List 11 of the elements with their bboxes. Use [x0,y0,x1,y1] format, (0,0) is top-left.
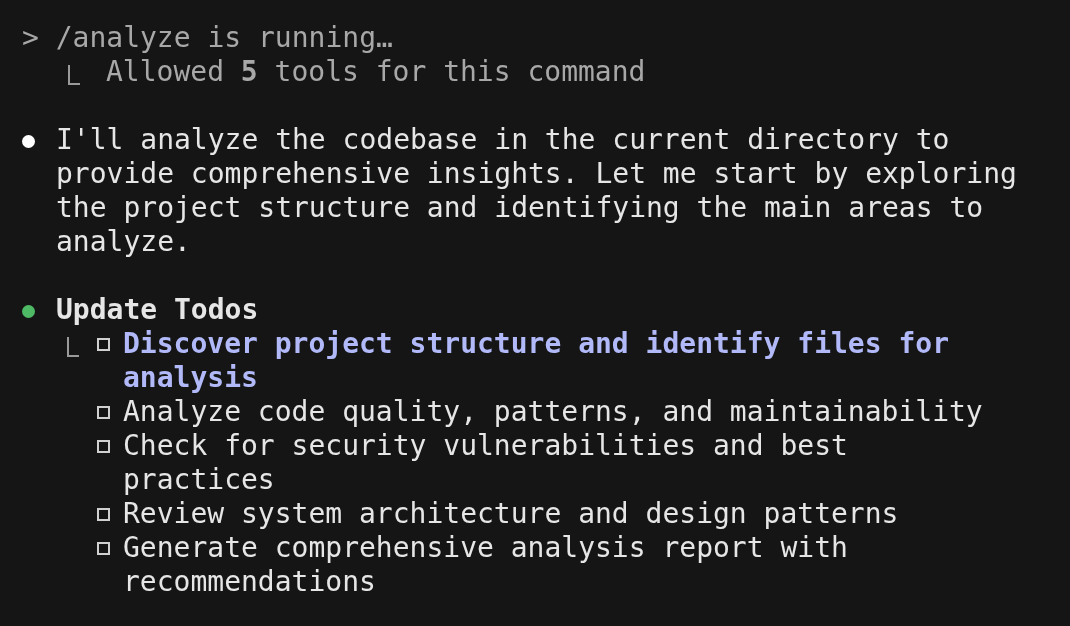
command-result: Allowed 5 tools for this command [106,55,646,89]
todo-item: Analyze code quality, patterns, and maintainability [123,395,984,429]
todo-item: Review system architecture and design patterns [123,497,900,531]
tool-title: Update Todos [56,293,259,327]
command-line: > /analyze is running… [22,21,394,55]
assistant-message: I'll analyze the codebase in the current directory to provide comprehensive insights. Let me start by exploring the project structure and identifying the main areas to analyze. [56,123,1018,259]
todo-item: Generate comprehensive analysis report with recommendations [123,531,849,599]
todo-item: Discover project structure and identify files for analysis [123,327,950,395]
tree-connector-icon [67,337,79,357]
todo-item: Check for security vulnerabilities and best practices [123,429,849,497]
tree-connector-icon [68,65,80,85]
